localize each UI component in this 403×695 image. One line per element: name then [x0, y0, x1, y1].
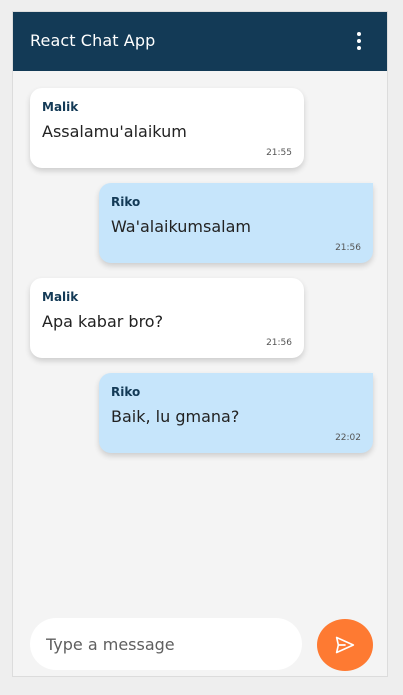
more-vertical-icon[interactable]	[353, 30, 365, 52]
message-sender: Malik	[42, 290, 79, 304]
app-title: React Chat App	[30, 31, 156, 50]
send-button[interactable]	[317, 619, 373, 671]
app-header: React Chat App	[13, 12, 387, 71]
message-time: 21:56	[335, 243, 361, 253]
message-bubble-outgoing: Riko Baik, lu gmana? 22:02	[99, 373, 373, 453]
message-bubble-outgoing: Riko Wa'alaikumsalam 21:56	[99, 183, 373, 263]
message-time: 21:56	[266, 338, 292, 348]
message-bubble-incoming: Malik Assalamu'alaikum 21:55	[30, 88, 304, 168]
message-input[interactable]	[30, 618, 302, 670]
message-text: Baik, lu gmana?	[111, 407, 240, 426]
message-sender: Riko	[111, 385, 141, 399]
send-icon	[335, 636, 355, 654]
message-text: Wa'alaikumsalam	[111, 217, 251, 236]
message-time: 21:55	[266, 148, 292, 158]
message-sender: Malik	[42, 100, 79, 114]
message-sender: Riko	[111, 195, 141, 209]
chat-window: React Chat App Malik Assalamu'alaikum 21…	[12, 11, 388, 677]
message-text: Apa kabar bro?	[42, 312, 164, 331]
message-text: Assalamu'alaikum	[42, 122, 187, 141]
message-bubble-incoming: Malik Apa kabar bro? 21:56	[30, 278, 304, 358]
message-time: 22:02	[335, 433, 361, 443]
